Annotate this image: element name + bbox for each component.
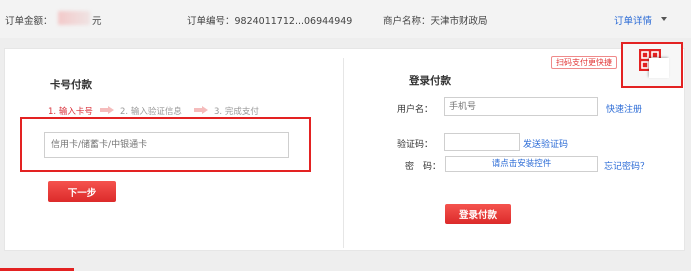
send-code-link[interactable]: 发送验证码 [523, 137, 568, 150]
install-plugin-field[interactable]: 请点击安装控件 [445, 156, 598, 172]
step-1: 1. 输入卡号 [48, 107, 93, 117]
qr-pay-tag[interactable]: 扫码支付更快捷 [551, 56, 617, 69]
username-label: 用户名： [397, 105, 434, 115]
card-pay-title: 卡号付款 [50, 79, 92, 91]
panel-divider [343, 58, 344, 248]
captcha-label: 验证码： [397, 140, 434, 150]
merchant-name: 商户名称：天津市财政局 [383, 16, 488, 27]
quick-register-link[interactable]: 快速注册 [606, 102, 642, 115]
captcha-input[interactable] [444, 133, 520, 151]
step-2: 2. 输入验证信息 [120, 107, 182, 117]
order-amount-unit: 元 [92, 16, 102, 27]
step-arrow-icon [100, 106, 114, 114]
chevron-down-icon[interactable] [661, 17, 667, 21]
forgot-password-link[interactable]: 忘记密码？ [604, 159, 649, 172]
order-number: 订单编号：9824011712...06944949 [187, 16, 353, 27]
username-input[interactable] [444, 97, 598, 116]
login-pay-button[interactable]: 登录付款 [445, 204, 511, 224]
login-pay-title: 登录付款 [409, 75, 451, 87]
step-arrow-icon [194, 106, 208, 114]
corner-fold [649, 58, 669, 78]
step-3: 3. 完成支付 [214, 107, 259, 117]
password-label: 密 码： [405, 162, 442, 172]
order-amount-label: 订单金额： [5, 16, 53, 27]
order-info-bar: 订单金额： 元 订单编号：9824011712...06944949 商户名称：… [0, 0, 691, 38]
order-amount-value-redacted [58, 11, 90, 25]
qr-pay-toggle[interactable] [621, 42, 683, 88]
next-step-button[interactable]: 下一步 [48, 181, 116, 202]
order-detail-link[interactable]: 订单详情 [614, 13, 652, 27]
card-number-input[interactable] [44, 132, 289, 158]
